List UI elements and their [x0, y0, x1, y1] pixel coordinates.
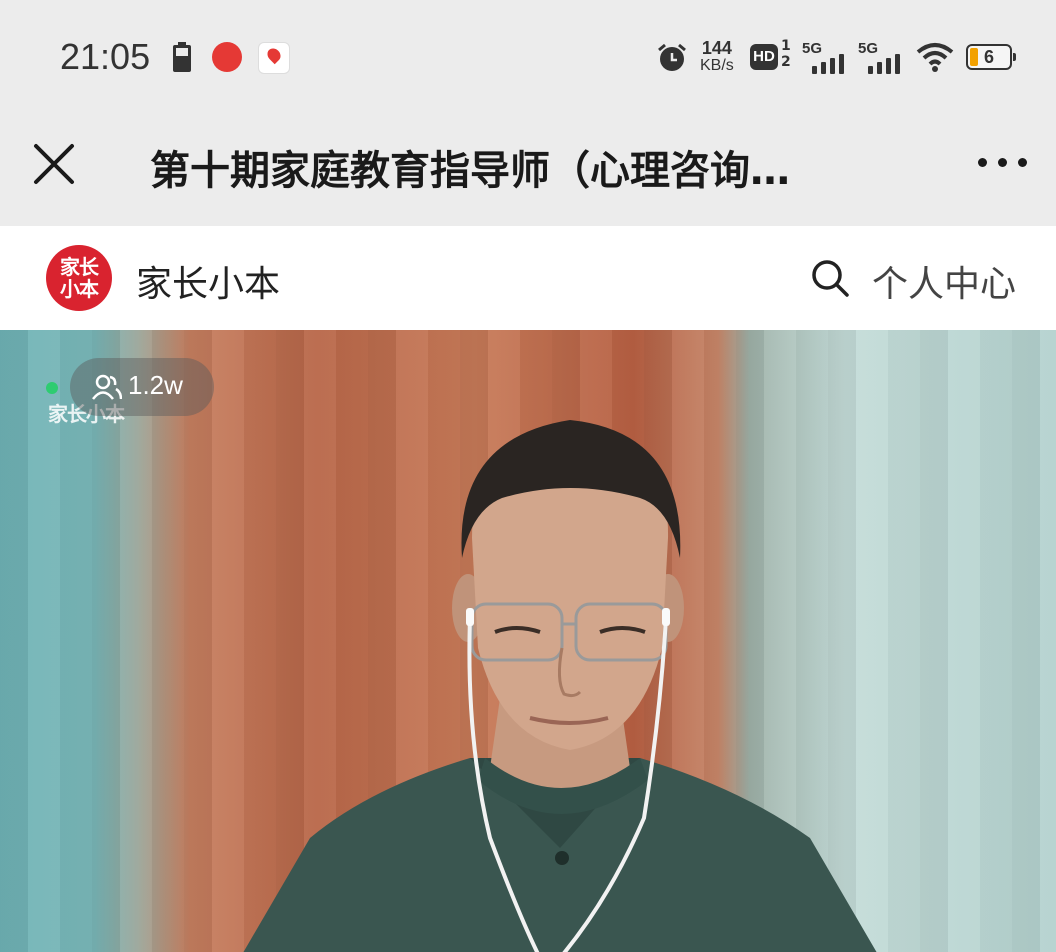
- status-bar: 21:05 144 KB/s HD 1 2 5G 5G 6: [0, 0, 1056, 112]
- signal-icon: 5G: [858, 40, 904, 74]
- hd-sub-top: 1: [781, 38, 791, 54]
- network-speed-unit: KB/s: [700, 57, 734, 74]
- live-video-player[interactable]: 家长小本 1.2w: [0, 330, 1056, 952]
- viewers-icon: [92, 374, 122, 400]
- network-speed-value: 144: [701, 38, 732, 58]
- sim2-network-type: 5G: [858, 40, 879, 57]
- maps-notification-icon: [258, 42, 290, 74]
- viewer-count-badge: 1.2w: [70, 358, 214, 416]
- live-indicator: [46, 382, 58, 394]
- logo-line-1: 家长: [60, 255, 99, 279]
- hd-voice-icon: HD: [750, 44, 778, 70]
- more-icon[interactable]: [976, 150, 1032, 174]
- signal-icon: 5G: [802, 40, 848, 74]
- alarm-icon: [658, 43, 686, 71]
- battery-icon: [173, 42, 191, 72]
- search-icon[interactable]: [810, 258, 850, 298]
- app-notification-icon: [212, 42, 242, 72]
- page-title: 第十期家庭教育指导师（心理咨询…: [150, 148, 790, 194]
- sim1-network-type: 5G: [802, 40, 823, 57]
- brand-name[interactable]: 家长小本: [136, 255, 280, 307]
- profile-link[interactable]: 个人中心: [872, 255, 1016, 307]
- logo-line-2: 小本: [60, 277, 99, 301]
- clock: 21:05: [60, 36, 151, 77]
- wifi-icon: [916, 43, 954, 72]
- hd-voice-sim-label: 1 2: [781, 38, 791, 70]
- close-icon[interactable]: [30, 140, 78, 188]
- battery-indicator: 6: [966, 44, 1016, 70]
- speaker-figure: [243, 420, 877, 952]
- viewer-count: 1.2w: [128, 370, 183, 400]
- network-speed: 144 KB/s: [700, 38, 734, 74]
- hd-sub-bottom: 2: [781, 54, 791, 70]
- brand-logo[interactable]: 家长 小本: [46, 245, 112, 311]
- battery-level: 6: [983, 47, 994, 67]
